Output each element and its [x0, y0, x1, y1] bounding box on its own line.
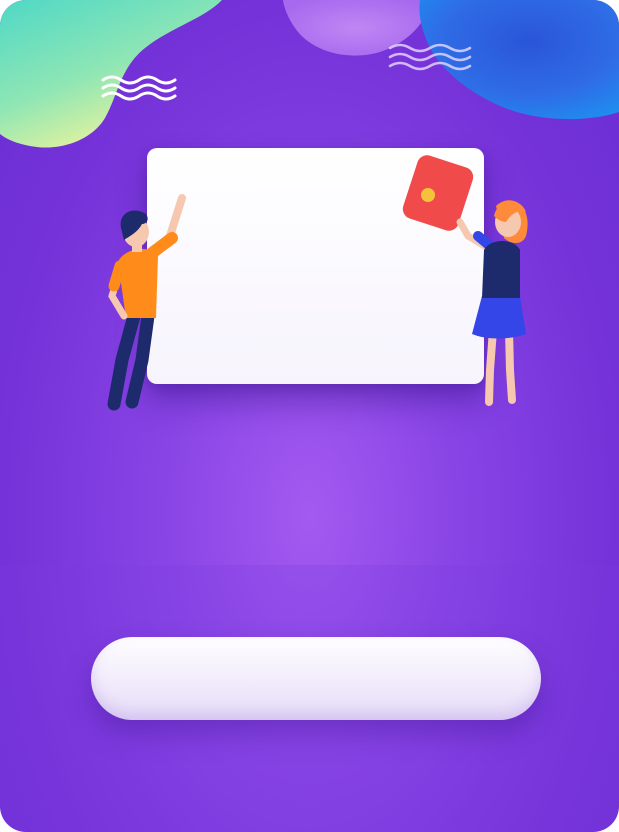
- blank-board: [147, 148, 484, 384]
- color-blob-top-left: [0, 0, 222, 148]
- color-blob-top-right: [419, 0, 619, 120]
- promo-screen: [0, 0, 619, 832]
- action-button[interactable]: [91, 637, 541, 720]
